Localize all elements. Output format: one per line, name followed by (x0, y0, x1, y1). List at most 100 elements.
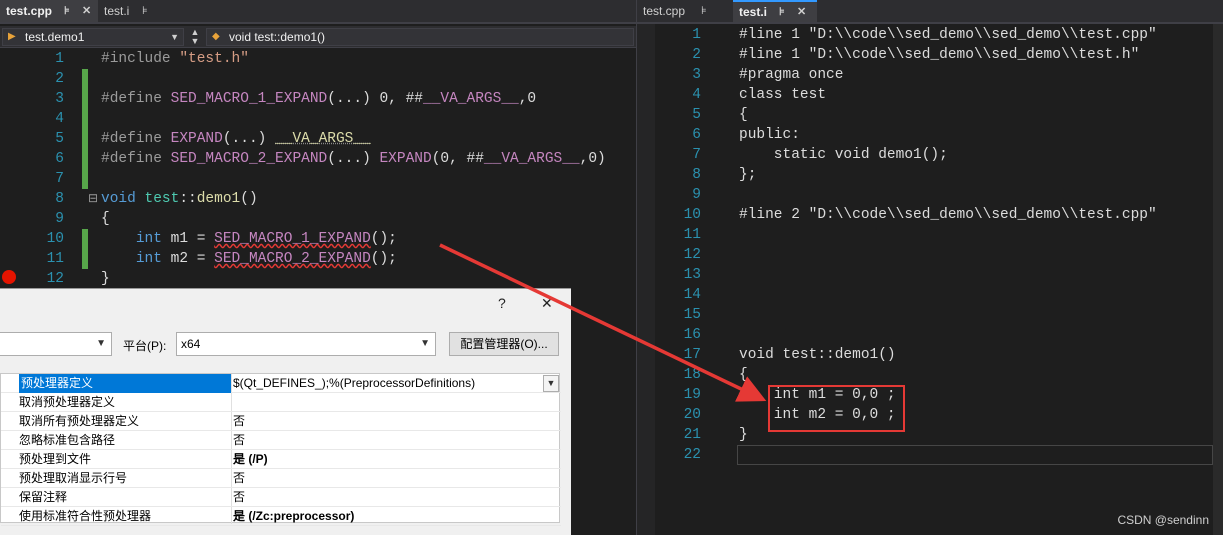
pin-icon[interactable]: ⊧ (142, 0, 148, 22)
code-line: #pragma once (739, 67, 844, 83)
code-line: class test (739, 87, 827, 103)
line-number: 13 (683, 267, 701, 283)
property-row[interactable]: 预处理取消显示行号 否 (1, 469, 561, 488)
line-number: 5 (692, 107, 701, 123)
code-line: { (739, 367, 748, 383)
line-number: 18 (683, 367, 701, 383)
line-number: 4 (692, 87, 701, 103)
chevron-down-icon[interactable]: ▼ (543, 375, 559, 392)
property-grid: 预处理器定义 $(Qt_DEFINES_);%(PreprocessorDefi… (0, 373, 561, 526)
line-number: 3 (692, 67, 701, 83)
pin-icon[interactable]: ⊧ (64, 0, 70, 22)
highlight-box (768, 385, 905, 432)
collapse-icon[interactable]: ⊟ (88, 191, 98, 205)
help-icon[interactable]: ? (498, 295, 506, 311)
method-icon: ◆ (212, 31, 220, 42)
right-tab-bar: test.cpp ⊧ test.i ⊧ ✕ (637, 0, 1223, 24)
line-number: 6 (692, 127, 701, 143)
line-number: 15 (683, 307, 701, 323)
code-line: } (101, 271, 110, 287)
line-number-gutter: 1 2 3 4 5 6 7 8 9 10 11 12 (46, 51, 64, 287)
code-line: void test::demo1() (739, 347, 896, 363)
code-line: void test::demo1() (101, 191, 258, 207)
line-number: 11 (683, 227, 701, 243)
property-row[interactable]: 预处理到文件 是 (/P) (1, 450, 561, 469)
tab-test-cpp[interactable]: test.cpp ⊧ ✕ (0, 0, 98, 22)
vertical-scrollbar[interactable] (1213, 24, 1223, 535)
property-pages-dialog: ? ✕ ▼ 平台(P): x64 ▼ 配置管理器(O)... 预处理器定义 $(… (0, 288, 571, 535)
property-row[interactable]: 预处理器定义 $(Qt_DEFINES_);%(PreprocessorDefi… (1, 374, 561, 393)
property-row[interactable]: 取消所有预处理器定义 否 (1, 412, 561, 431)
property-row[interactable]: 忽略标准包含路径 否 (1, 431, 561, 450)
left-tab-bar: test.cpp ⊧ ✕ test.i ⊧ (0, 0, 636, 24)
spin-icon[interactable]: ▲ ▼ (188, 28, 202, 46)
line-number: 10 (683, 207, 701, 223)
close-icon[interactable]: ✕ (82, 0, 91, 22)
change-bar (82, 69, 88, 189)
code-line: #define EXPAND(...) __VA_ARGS__ (101, 131, 371, 147)
chevron-down-icon: ▼ (96, 338, 106, 349)
navigation-bar: ▶ test.demo1 ▼ ▲ ▼ ◆ void test::demo1() (0, 26, 636, 48)
change-bar (82, 229, 88, 269)
line-number: 12 (683, 247, 701, 263)
line-number: 14 (683, 287, 701, 303)
tab-label: test.i (104, 4, 130, 18)
line-number: 8 (692, 167, 701, 183)
code-line: #include "test.h" (101, 51, 249, 67)
line-number: 20 (683, 407, 701, 423)
tab-test-i[interactable]: test.i ⊧ (98, 0, 156, 22)
code-line: static void demo1(); (739, 147, 948, 163)
tab-test-i[interactable]: test.i ⊧ ✕ (733, 0, 817, 22)
close-icon[interactable]: ✕ (797, 2, 806, 22)
property-row[interactable]: 使用标准符合性预处理器 是 (/Zc:preprocessor) (1, 507, 561, 526)
code-line: }; (739, 167, 757, 183)
pin-icon[interactable]: ⊧ (779, 2, 785, 22)
tab-test-cpp[interactable]: test.cpp ⊧ (637, 0, 733, 22)
tab-label: test.cpp (6, 4, 53, 18)
platform-dropdown[interactable]: x64 ▼ (176, 332, 436, 356)
line-number: 1 (692, 27, 701, 43)
code-line: public: (739, 127, 800, 143)
code-line: int m2 = SED_MACRO_2_EXPAND(); (135, 251, 397, 267)
right-editor: test.cpp ⊧ test.i ⊧ ✕ 1 2 3 4 5 6 7 8 9 10 11 12 13 1… (636, 0, 1223, 535)
line-number: 2 (692, 47, 701, 63)
watermark: CSDN @sendinn (1117, 513, 1209, 527)
code-line: #line 2 "D:\\code\\sed_demo\\sed_demo\\t… (739, 207, 1157, 223)
property-row[interactable]: 保留注释 否 (1, 488, 561, 507)
property-row[interactable]: 取消预处理器定义 (1, 393, 561, 412)
code-line: { (101, 211, 110, 227)
code-line: #line 1 "D:\\code\\sed_demo\\sed_demo\\t… (739, 47, 1140, 63)
chevron-down-icon: ▼ (170, 32, 179, 42)
breakpoint-icon[interactable] (2, 270, 16, 284)
scope-dropdown[interactable]: ▶ test.demo1 ▼ (2, 28, 184, 46)
configuration-dropdown[interactable]: ▼ (0, 332, 112, 356)
close-icon[interactable]: ✕ (541, 295, 553, 312)
indicator-margin (637, 24, 655, 535)
arrow-right-icon: ▶ (8, 31, 16, 42)
member-dropdown[interactable]: ◆ void test::demo1() (206, 28, 634, 46)
line-number: 7 (692, 147, 701, 163)
tab-label: test.cpp (643, 4, 686, 18)
code-area[interactable]: #include "test.h" #define SED_MACRO_1_EX… (101, 49, 631, 289)
code-line: #define SED_MACRO_1_EXPAND(...) 0, ##__V… (101, 91, 537, 107)
configuration-manager-button[interactable]: 配置管理器(O)... (449, 332, 559, 356)
platform-label: 平台(P): (123, 339, 167, 353)
pin-icon[interactable]: ⊧ (701, 0, 707, 22)
line-number: 21 (683, 427, 701, 443)
code-line: #define SED_MACRO_2_EXPAND(...) EXPAND(0… (101, 151, 606, 167)
chevron-down-icon: ▼ (420, 338, 430, 349)
tab-label: test.i (739, 5, 768, 19)
line-number-gutter: 1 2 3 4 5 6 7 8 9 10 11 12 13 14 15 16 17 18 19 20 21 22 (661, 25, 701, 465)
line-number: 16 (683, 327, 701, 343)
line-number: 22 (683, 447, 701, 463)
